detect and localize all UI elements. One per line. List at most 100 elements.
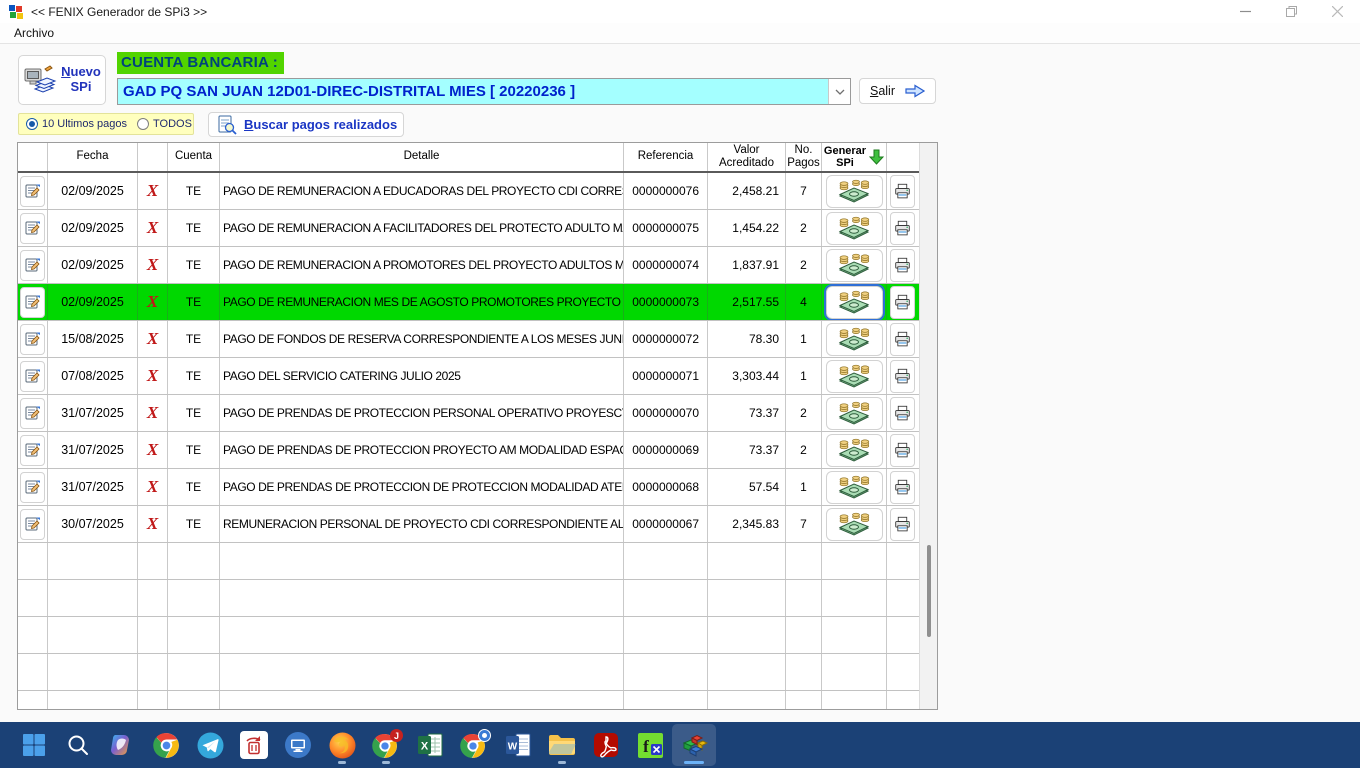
printer-icon: [894, 405, 911, 422]
print-payment-button[interactable]: [890, 175, 915, 208]
taskbar-chrome-profile-j[interactable]: J: [364, 724, 408, 766]
table-row[interactable]: 15/08/2025 X TE PAGO DE FONDOS DE RESERV…: [18, 321, 919, 358]
print-payment-button[interactable]: [890, 360, 915, 393]
taskbar-firefox[interactable]: [320, 724, 364, 766]
edit-payment-button[interactable]: [20, 250, 45, 281]
edit-payment-button[interactable]: [20, 361, 45, 392]
table-row[interactable]: 02/09/2025 X TE PAGO DE REMUNERACION A P…: [18, 247, 919, 284]
generar-spi-button[interactable]: [826, 397, 883, 430]
table-row[interactable]: 02/09/2025 X TE PAGO DE REMUNERACION MES…: [18, 284, 919, 321]
generar-spi-button[interactable]: [826, 212, 883, 245]
word-icon: W: [505, 732, 532, 758]
print-payment-button[interactable]: [890, 286, 915, 319]
chevron-down-icon[interactable]: [828, 79, 850, 104]
taskbar-chrome[interactable]: [144, 724, 188, 766]
edit-payment-button[interactable]: [20, 398, 45, 429]
edit-payment-button[interactable]: [20, 509, 45, 540]
radio-todos-label: TODOS: [153, 118, 192, 130]
taskbar-chrome-profile-2[interactable]: [452, 724, 496, 766]
table-row[interactable]: 31/07/2025 X TE PAGO DE PRENDAS DE PROTE…: [18, 395, 919, 432]
print-payment-button[interactable]: [890, 397, 915, 430]
payment-amount: 1,454.22: [708, 210, 786, 246]
edit-payment-button[interactable]: [20, 213, 45, 244]
print-payment-button[interactable]: [890, 249, 915, 282]
nuevo-spi-button[interactable]: Nuevo SPi: [18, 55, 106, 105]
generar-spi-button[interactable]: [826, 434, 883, 467]
taskbar-search[interactable]: [56, 724, 100, 766]
delete-payment-icon[interactable]: X: [147, 514, 158, 534]
scrollbar-thumb[interactable]: [927, 545, 931, 637]
delete-payment-icon[interactable]: X: [147, 403, 158, 423]
payment-reference: 0000000069: [624, 432, 708, 468]
delete-payment-icon[interactable]: X: [147, 181, 158, 201]
salir-button[interactable]: Salir: [859, 78, 936, 104]
table-row[interactable]: 31/07/2025 X TE PAGO DE PRENDAS DE PROTE…: [18, 469, 919, 506]
delete-payment-icon[interactable]: X: [147, 477, 158, 497]
edit-payment-button[interactable]: [20, 324, 45, 355]
edit-payment-button[interactable]: [20, 176, 45, 207]
profile-badge-j: J: [390, 729, 403, 742]
table-row[interactable]: 02/09/2025 X TE PAGO DE REMUNERACION A E…: [18, 173, 919, 210]
fenix-spi-window: << FENIX Generador de SPi3 >> Archivo Nu…: [0, 0, 1360, 768]
delete-payment-icon[interactable]: X: [147, 218, 158, 238]
edit-form-icon: [25, 479, 41, 495]
taskbar-telegram[interactable]: [188, 724, 232, 766]
minimize-button[interactable]: [1222, 0, 1268, 23]
delete-payment-icon[interactable]: X: [147, 292, 158, 312]
table-row[interactable]: 31/07/2025 X TE PAGO DE PRENDAS DE PROTE…: [18, 432, 919, 469]
menu-archivo[interactable]: Archivo: [10, 24, 58, 42]
taskbar-copilot[interactable]: [100, 724, 144, 766]
account-type: TE: [168, 284, 220, 320]
delete-payment-icon[interactable]: X: [147, 255, 158, 275]
generar-spi-button[interactable]: [826, 249, 883, 282]
edit-form-icon: [25, 442, 41, 458]
table-row[interactable]: 07/08/2025 X TE PAGO DEL SERVICIO CATERI…: [18, 358, 919, 395]
remote-desktop-icon: [284, 731, 312, 759]
generar-spi-button[interactable]: [826, 471, 883, 504]
payment-amount: 2,517.55: [708, 284, 786, 320]
taskbar-fenix[interactable]: f: [628, 724, 672, 766]
taskbar-word[interactable]: W: [496, 724, 540, 766]
generar-spi-button[interactable]: [826, 286, 883, 319]
print-payment-button[interactable]: [890, 323, 915, 356]
close-button[interactable]: [1314, 0, 1360, 23]
print-payment-button[interactable]: [890, 508, 915, 541]
delete-payment-icon[interactable]: X: [147, 329, 158, 349]
header-print-col: [887, 143, 918, 171]
account-type: TE: [168, 506, 220, 542]
payment-amount: 3,303.44: [708, 358, 786, 394]
chrome-icon: [153, 732, 180, 759]
money-icon: [836, 252, 872, 279]
table-row[interactable]: 30/07/2025 X TE REMUNERACION PERSONAL DE…: [18, 506, 919, 543]
table-row[interactable]: 02/09/2025 X TE PAGO DE REMUNERACION A F…: [18, 210, 919, 247]
print-payment-button[interactable]: [890, 471, 915, 504]
print-payment-button[interactable]: [890, 212, 915, 245]
start-button[interactable]: [12, 724, 56, 766]
delete-payment-icon[interactable]: X: [147, 440, 158, 460]
bank-account-dropdown[interactable]: GAD PQ SAN JUAN 12D01-DIREC-DISTRITAL MI…: [117, 78, 851, 105]
taskbar-remote-desktop[interactable]: [276, 724, 320, 766]
edit-payment-button[interactable]: [20, 435, 45, 466]
buscar-pagos-button[interactable]: Buscar pagos realizados: [208, 112, 404, 137]
generar-spi-button[interactable]: [826, 323, 883, 356]
generar-spi-button[interactable]: [826, 175, 883, 208]
taskbar-file-explorer[interactable]: [540, 724, 584, 766]
generar-spi-button[interactable]: [826, 360, 883, 393]
table-scrollbar[interactable]: [919, 143, 937, 709]
generar-spi-button[interactable]: [826, 508, 883, 541]
print-payment-button[interactable]: [890, 434, 915, 467]
maximize-button[interactable]: [1268, 0, 1314, 23]
payment-date: 07/08/2025: [48, 358, 138, 394]
edit-payment-button[interactable]: [20, 472, 45, 503]
taskbar-fenix-spi3-active[interactable]: [672, 724, 716, 766]
payment-count: 1: [786, 358, 822, 394]
taskbar-recycle-bin[interactable]: [232, 724, 276, 766]
radio-10-ultimos[interactable]: [26, 118, 38, 130]
taskbar-excel[interactable]: X: [408, 724, 452, 766]
radio-todos[interactable]: [137, 118, 149, 130]
edit-payment-button[interactable]: [20, 287, 45, 318]
taskbar-acrobat[interactable]: [584, 724, 628, 766]
exit-arrow-icon: [905, 84, 925, 98]
delete-payment-icon[interactable]: X: [147, 366, 158, 386]
new-spi-icon: [23, 63, 57, 97]
